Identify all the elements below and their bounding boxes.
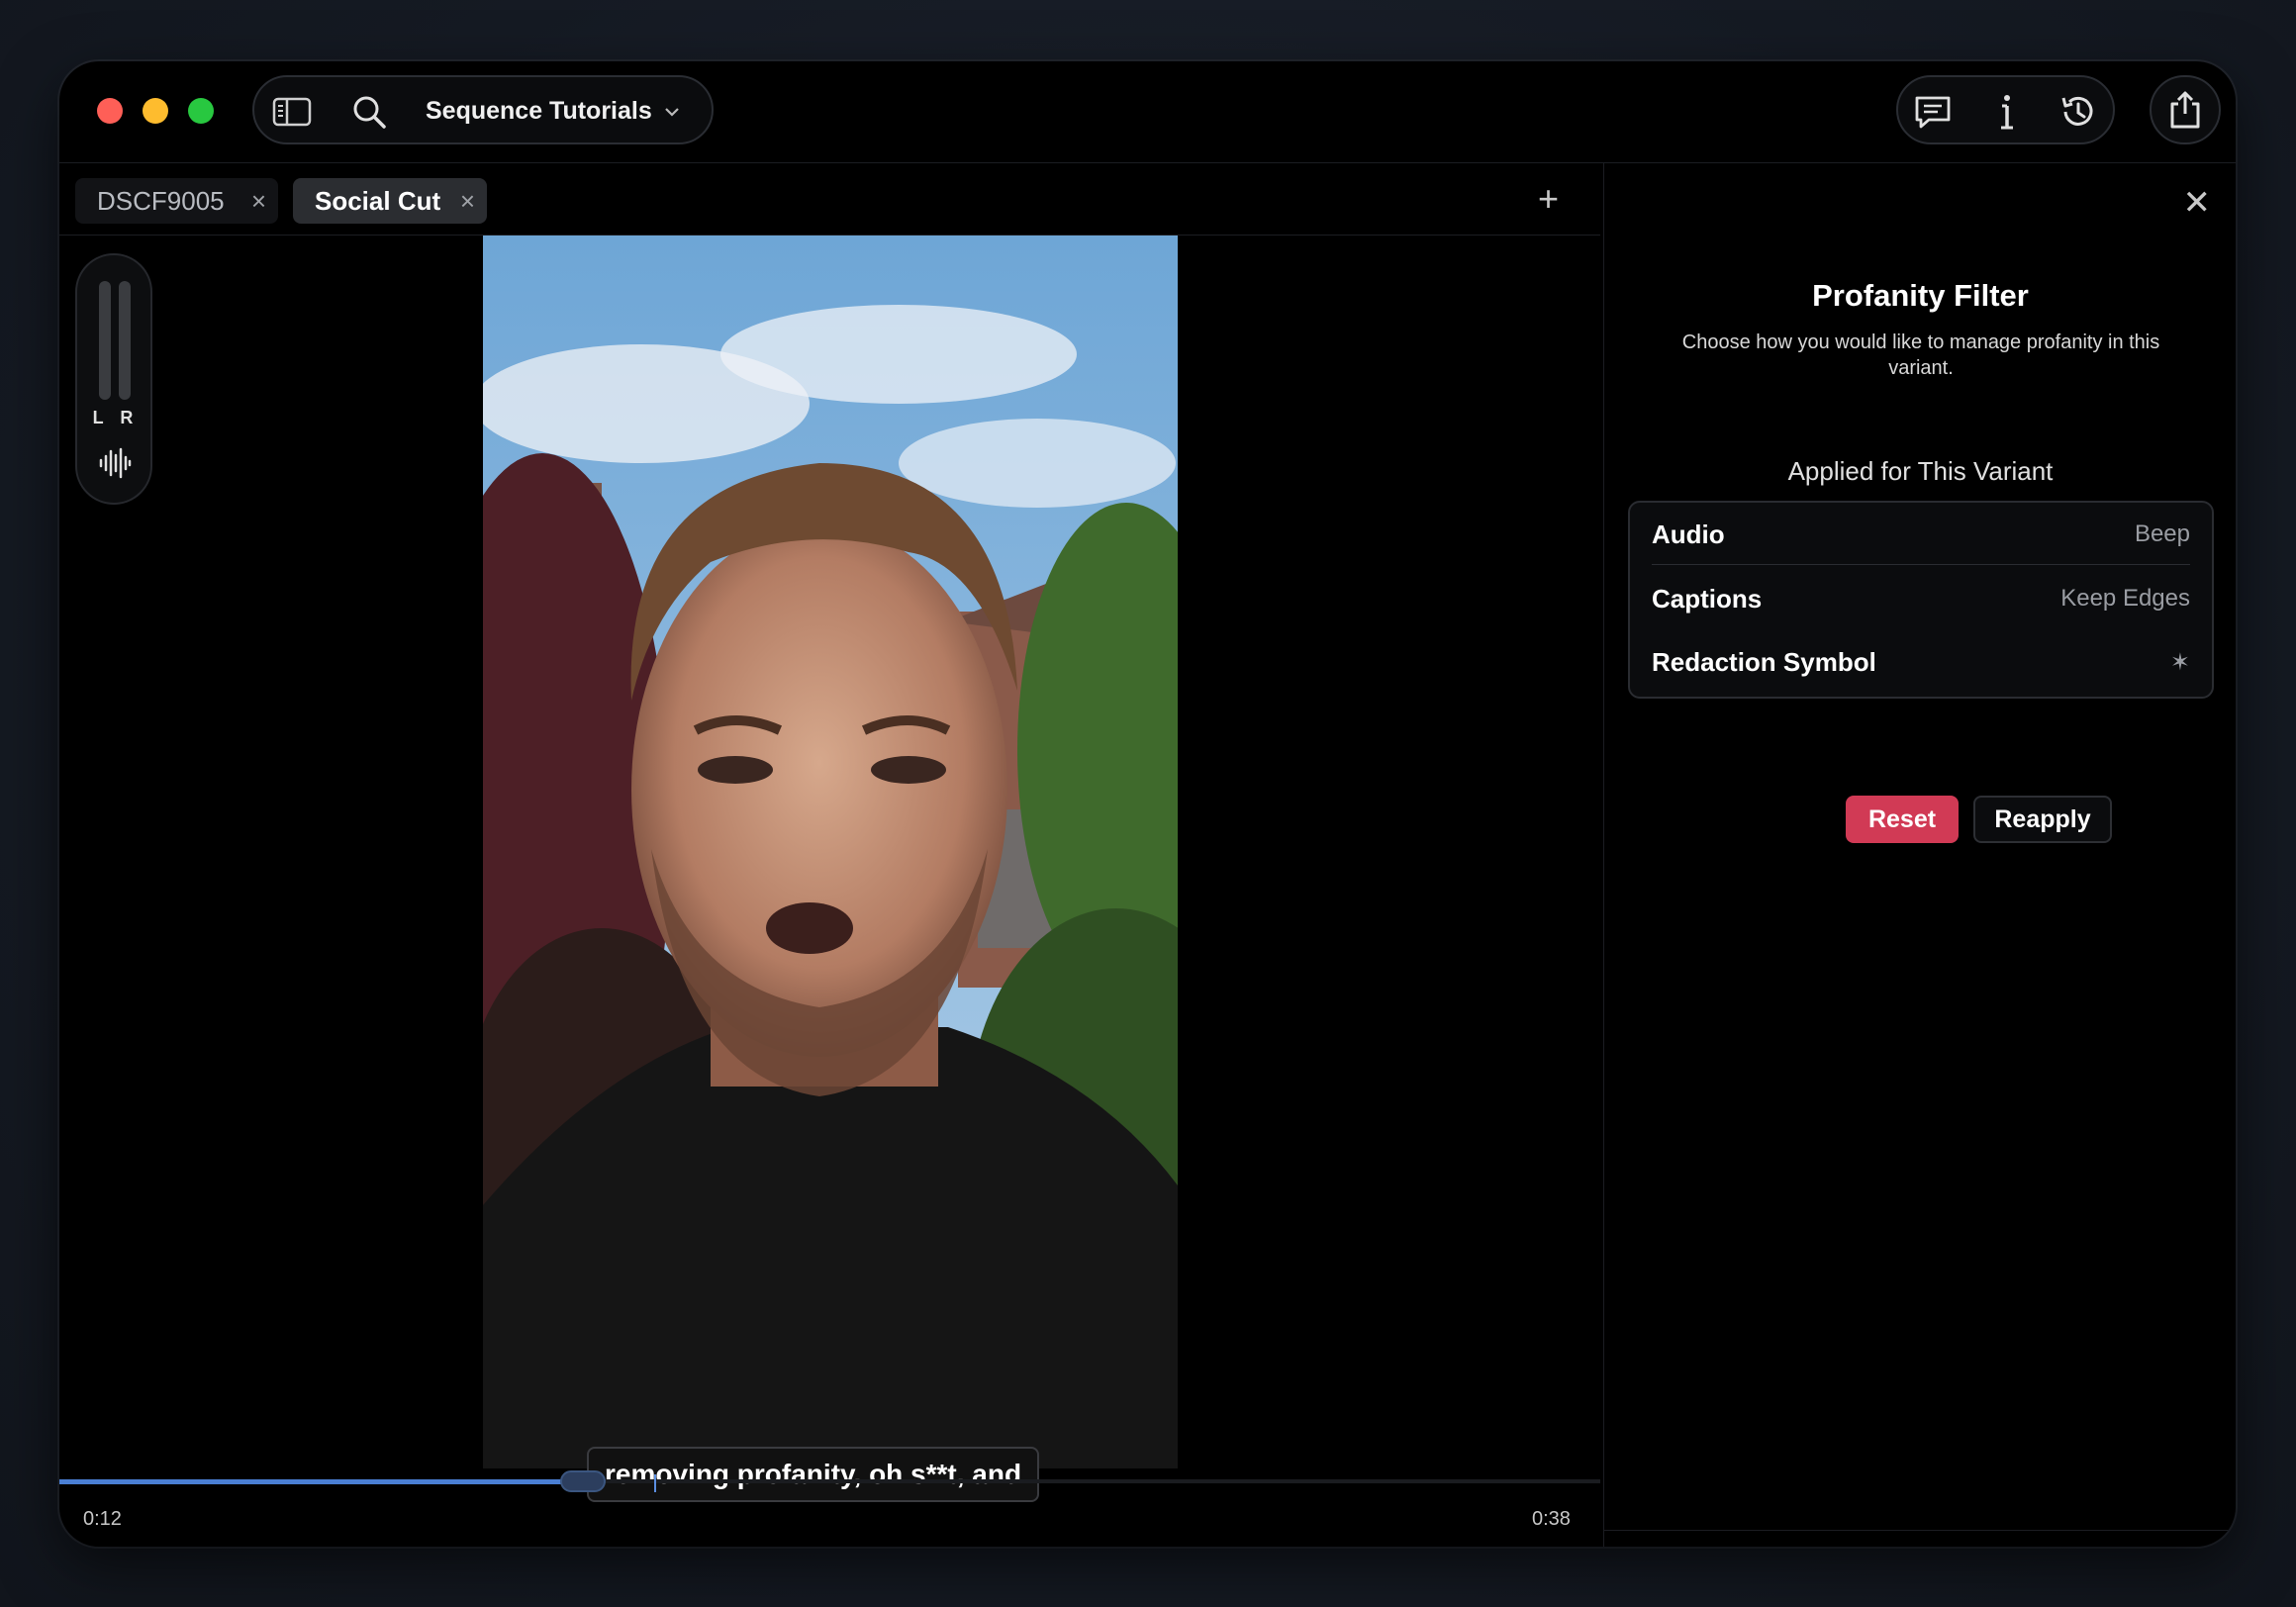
timeline[interactable]: 0:12 0:38: [59, 1468, 1600, 1547]
audio-meter[interactable]: L R: [75, 253, 152, 505]
duration-time: 0:38: [1532, 1508, 1571, 1530]
setting-label: Redaction Symbol: [1652, 646, 1876, 677]
info-icon[interactable]: [1984, 87, 2030, 137]
settings-group: Audio Beep Captions Keep Edges Redaction…: [1628, 501, 2214, 699]
zoom-window-button[interactable]: [188, 98, 214, 124]
meter-channels-label: L R: [92, 408, 140, 427]
comments-icon[interactable]: [1910, 89, 1956, 135]
share-icon: [2165, 89, 2205, 131]
profanity-filter-panel: ✕ Profanity Filter Choose how you would …: [1603, 163, 2236, 1547]
setting-value[interactable]: ✶: [2170, 648, 2190, 677]
project-switcher[interactable]: Sequence Tutorials: [426, 97, 680, 126]
setting-label: Audio: [1652, 519, 1725, 549]
panel-description: Choose how you would like to manage prof…: [1681, 331, 2160, 379]
setting-label: Captions: [1652, 583, 1763, 614]
waveform-icon[interactable]: [95, 443, 135, 483]
setting-row-redaction-symbol[interactable]: Redaction Symbol ✶: [1652, 632, 2190, 692]
tab-dscf9005[interactable]: DSCF9005 ×: [75, 178, 278, 224]
timeline-progress: [59, 1479, 583, 1484]
panel-divider: [1604, 1530, 2236, 1531]
project-title: Sequence Tutorials: [426, 97, 652, 125]
setting-value[interactable]: Keep Edges: [2060, 585, 2190, 613]
meter-left-bar: [99, 281, 111, 400]
setting-value[interactable]: Beep: [2135, 520, 2190, 548]
add-tab-icon[interactable]: +: [1538, 178, 1559, 220]
search-icon[interactable]: [346, 89, 392, 135]
video-viewer: L R removing profanity, oh s**t, and: [59, 236, 1600, 1502]
app-window: Sequence Tutorials DSCF9005 × Social Cut…: [59, 61, 2236, 1547]
setting-row-captions[interactable]: Captions Keep Edges: [1652, 569, 2190, 628]
setting-row-audio[interactable]: Audio Beep: [1652, 505, 2190, 565]
chevron-down-icon: [664, 107, 679, 117]
panel-subheading: Applied for This Variant: [1787, 456, 2054, 486]
close-panel-icon[interactable]: ✕: [2183, 183, 2212, 223]
panel-title: Profanity Filter: [1812, 278, 2029, 313]
meter-right-bar: [119, 281, 131, 400]
current-time: 0:12: [83, 1508, 122, 1530]
minimize-window-button[interactable]: [143, 98, 168, 124]
sidebar-toggle-icon[interactable]: [269, 89, 315, 135]
title-bar: Sequence Tutorials: [59, 61, 2236, 163]
close-tab-icon[interactable]: ×: [251, 186, 266, 217]
video-image: [483, 236, 1178, 1468]
tab-social-cut[interactable]: Social Cut ×: [293, 178, 487, 224]
tab-label: DSCF9005: [97, 185, 225, 216]
close-tab-icon[interactable]: ×: [460, 186, 475, 217]
tab-bar: DSCF9005 × Social Cut ×: [59, 163, 1600, 236]
timeline-marker: [654, 1474, 656, 1492]
playhead-handle[interactable]: [560, 1470, 606, 1492]
close-window-button[interactable]: [97, 98, 123, 124]
reapply-button[interactable]: Reapply: [1973, 796, 2112, 843]
video-frame[interactable]: [483, 236, 1178, 1468]
reset-button[interactable]: Reset: [1846, 796, 1959, 843]
share-button[interactable]: [2150, 75, 2221, 144]
history-icon[interactable]: [2053, 87, 2102, 137]
tab-label: Social Cut: [315, 185, 441, 216]
